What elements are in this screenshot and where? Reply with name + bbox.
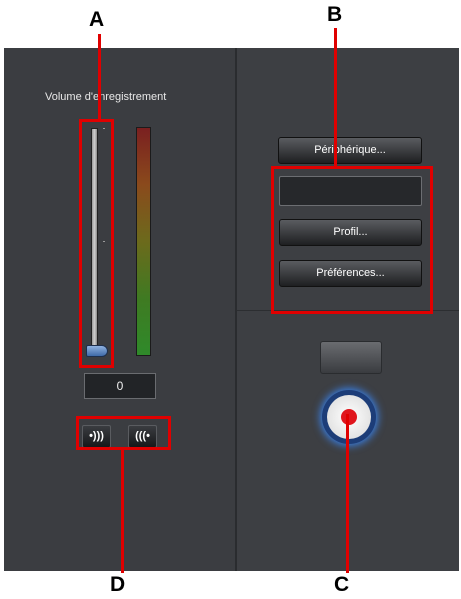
highlight-box-b bbox=[271, 166, 433, 314]
callout-a: A bbox=[89, 8, 105, 31]
volume-value-field[interactable]: 0 bbox=[84, 373, 156, 399]
level-meter bbox=[136, 127, 151, 356]
leader-line-a bbox=[98, 34, 101, 120]
callout-b: B bbox=[327, 3, 343, 26]
leader-line-b bbox=[334, 28, 337, 167]
record-button-face bbox=[327, 395, 371, 439]
leader-line-c bbox=[346, 414, 349, 573]
highlight-box-d bbox=[76, 416, 171, 450]
callout-d: D bbox=[110, 573, 126, 596]
stop-button[interactable] bbox=[320, 341, 382, 374]
record-button[interactable] bbox=[322, 390, 376, 444]
leader-line-d bbox=[121, 449, 124, 573]
device-button[interactable]: Périphérique... bbox=[278, 137, 422, 164]
callout-c: C bbox=[334, 573, 350, 596]
record-icon bbox=[341, 409, 357, 425]
highlight-box-a bbox=[79, 119, 114, 368]
volume-title: Volume d'enregistrement bbox=[45, 91, 167, 103]
